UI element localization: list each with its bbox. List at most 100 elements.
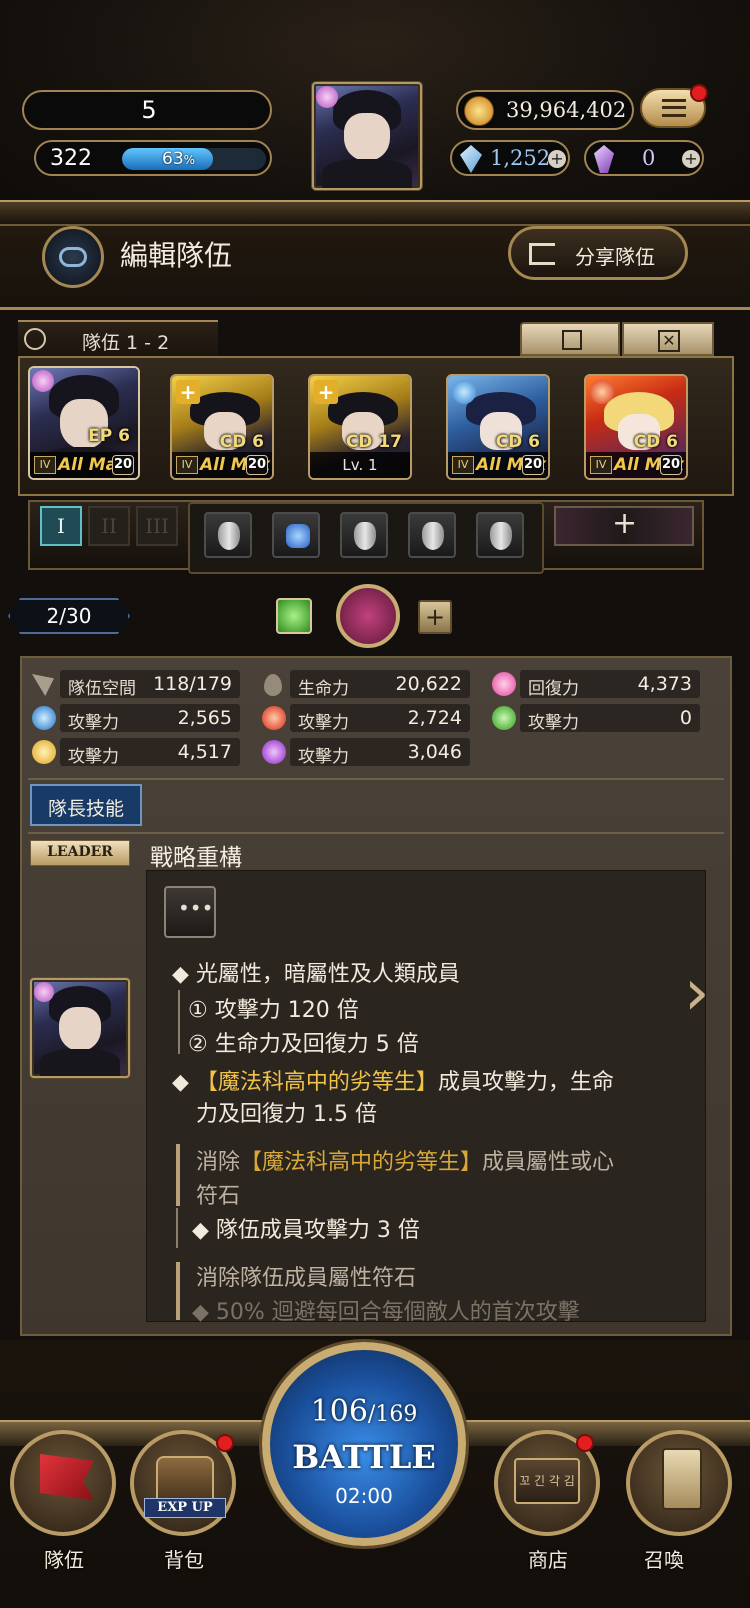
heart-icon bbox=[492, 672, 516, 696]
player-level-value: 5 bbox=[141, 96, 157, 124]
nav-summon-button[interactable] bbox=[626, 1430, 732, 1536]
card-tag: CD 6 bbox=[495, 432, 540, 452]
skill-series-name: 【魔法科高中的劣等生】 bbox=[240, 1150, 483, 1175]
menu-icon bbox=[662, 99, 686, 117]
skill-line: 消除 bbox=[196, 1150, 241, 1175]
shop-notification-dot bbox=[576, 1434, 594, 1452]
team-member-card[interactable]: + CD 6 IV All Max 20 bbox=[170, 374, 274, 480]
leader-skill-name: 戰略重構 bbox=[150, 845, 242, 871]
shield-icon bbox=[490, 522, 512, 550]
page-indicator-value: 2/30 bbox=[46, 604, 92, 628]
skill-quote-bar bbox=[176, 1262, 180, 1320]
more-options-button[interactable]: ••• bbox=[164, 886, 216, 938]
leader-badge-label: LEADER bbox=[47, 844, 113, 860]
add-diamonds-button[interactable]: + bbox=[548, 150, 566, 168]
card-deck-icon bbox=[662, 1448, 702, 1510]
stat-fire-attack: 攻擊力 2,724 bbox=[290, 704, 470, 733]
nav-shop-label: 商店 bbox=[528, 1548, 568, 1572]
battle-button[interactable]: 106/169 BATTLE 02:00 bbox=[262, 1342, 466, 1546]
stamina-display: 106/169 bbox=[270, 1394, 458, 1429]
clear-team-button[interactable]: ✕ bbox=[622, 322, 714, 356]
add-crystals-button[interactable]: + bbox=[682, 150, 700, 168]
team-member-card[interactable]: + CD 17 Lv. 1 bbox=[308, 374, 412, 480]
skill-line: ◆ 光屬性，暗屬性及人類成員 bbox=[172, 962, 460, 987]
page-title: 編輯隊伍 bbox=[120, 239, 233, 272]
top-bar-divider bbox=[0, 200, 750, 226]
stat-label: 生命力 bbox=[298, 679, 349, 699]
center-crest-button[interactable] bbox=[336, 584, 400, 648]
skill-line: ① 攻擊力 120 倍 bbox=[188, 998, 359, 1023]
add-formation-button[interactable]: + bbox=[554, 506, 694, 546]
section-divider bbox=[28, 832, 724, 834]
formation-tab-1[interactable]: I bbox=[40, 506, 82, 546]
fire-icon bbox=[262, 706, 286, 730]
equipment-slot[interactable] bbox=[340, 512, 388, 558]
stat-value: 4,373 bbox=[637, 673, 692, 695]
share-icon bbox=[529, 243, 555, 265]
card-tag: CD 6 bbox=[633, 432, 678, 452]
plus-badge-icon: + bbox=[314, 380, 338, 404]
leader-skill-tab[interactable]: 隊長技能 bbox=[30, 784, 142, 826]
shield-icon bbox=[422, 522, 444, 550]
share-team-label: 分享隊伍 bbox=[575, 245, 655, 269]
formation-tab-3[interactable]: III bbox=[136, 506, 178, 546]
card-tag: EP 6 bbox=[88, 426, 130, 446]
page-indicator: 2/30 bbox=[8, 598, 130, 634]
avatar-flower-icon bbox=[316, 86, 338, 108]
equipment-slot[interactable] bbox=[476, 512, 524, 558]
light-icon bbox=[32, 740, 56, 764]
team-member-card[interactable]: CD 6 IV All Max 20 bbox=[584, 374, 688, 480]
skill-line: ② 生命力及回復力 5 倍 bbox=[188, 1032, 419, 1057]
player-avatar[interactable] bbox=[312, 82, 422, 190]
stamina-current: 106 bbox=[310, 1394, 368, 1429]
stat-label: 隊伍空間 bbox=[68, 679, 136, 699]
copy-team-button[interactable] bbox=[520, 322, 620, 356]
chest-icon bbox=[156, 1456, 214, 1500]
exp-display: 322 63% bbox=[34, 140, 272, 176]
back-button[interactable] bbox=[42, 226, 104, 288]
green-team-icon[interactable] bbox=[276, 598, 312, 634]
equipment-slot[interactable] bbox=[408, 512, 456, 558]
stat-value: 2,565 bbox=[177, 707, 232, 729]
stat-value: 4,517 bbox=[177, 741, 232, 763]
equipment-slot[interactable] bbox=[272, 512, 320, 558]
formation-tab-2[interactable]: II bbox=[88, 506, 130, 546]
section-divider bbox=[28, 778, 724, 780]
nav-team-button[interactable] bbox=[10, 1430, 116, 1536]
skill-indent-bar bbox=[178, 990, 180, 1054]
soul-crystals-value: 0 bbox=[642, 146, 656, 170]
skill-line: ◆ 50% 迴避每回合每個敵人的首次攻擊 bbox=[192, 1300, 580, 1325]
card-level: 20 bbox=[246, 455, 268, 475]
diamonds-display: 1,252 + bbox=[450, 140, 570, 176]
skill-quote-bar bbox=[176, 1144, 180, 1206]
blue-gem-icon bbox=[286, 524, 310, 548]
stat-value: 118/179 bbox=[153, 673, 232, 695]
card-level: 20 bbox=[112, 455, 134, 475]
flower-icon bbox=[34, 982, 54, 1002]
equipment-slot[interactable] bbox=[204, 512, 252, 558]
stat-dark-attack: 攻擊力 3,046 bbox=[290, 738, 470, 767]
team-member-card[interactable]: CD 6 IV All Max 20 bbox=[446, 374, 550, 480]
leader-portrait[interactable] bbox=[30, 978, 130, 1078]
nav-bag-label: 背包 bbox=[164, 1548, 204, 1572]
add-team-button[interactable]: + bbox=[418, 600, 452, 634]
copy-icon bbox=[562, 330, 582, 350]
stat-value: 2,724 bbox=[407, 707, 462, 729]
skill-line: 力及回復力 1.5 倍 bbox=[196, 1102, 377, 1127]
share-team-button[interactable]: 分享隊伍 bbox=[508, 226, 688, 280]
skill-line: 消除隊伍成員屬性符石 bbox=[196, 1266, 417, 1291]
skill-line-group: 消除【魔法科高中的劣等生】成員屬性或心 bbox=[196, 1144, 614, 1176]
next-chevron-icon[interactable]: › bbox=[684, 958, 720, 1034]
team-member-card-leader[interactable]: EP 6 IV All Max 20 bbox=[28, 366, 140, 480]
skill-indent-bar bbox=[176, 1208, 178, 1248]
stat-team-space: 隊伍空間 118/179 bbox=[60, 670, 240, 699]
card-rank: IV bbox=[176, 456, 198, 474]
team-edit-icon bbox=[24, 328, 46, 350]
wood-icon bbox=[492, 706, 516, 730]
stat-value: 20,622 bbox=[395, 673, 462, 695]
card-tag: CD 17 bbox=[345, 432, 402, 452]
diamond-icon bbox=[460, 145, 482, 173]
plus-badge-icon: + bbox=[176, 380, 200, 404]
shield-icon bbox=[218, 522, 240, 550]
close-icon: ✕ bbox=[658, 330, 680, 352]
